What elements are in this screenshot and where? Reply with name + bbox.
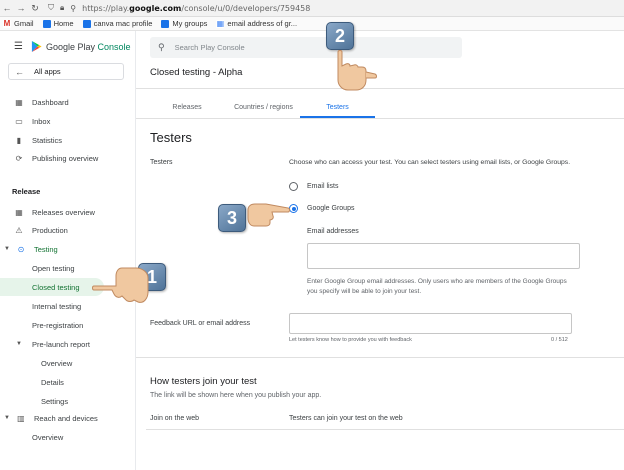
tab-countries-regions[interactable]: Countries / regions bbox=[226, 104, 301, 111]
testers-field-label: Testers bbox=[150, 159, 173, 166]
email-addresses-label: Email addresses bbox=[307, 228, 359, 235]
caret-down-icon: ▼ bbox=[4, 415, 10, 421]
sidebar-item-overview[interactable]: Overview bbox=[0, 354, 135, 372]
menu-icon[interactable]: ☰ bbox=[14, 41, 23, 52]
brand: ☰ Google Play Console bbox=[14, 41, 131, 52]
folder-icon bbox=[161, 19, 170, 28]
bookmark-gmail[interactable]: M Gmail bbox=[3, 19, 34, 28]
page-title: Closed testing - Alpha bbox=[150, 67, 243, 78]
search-input[interactable]: ⚲ Search Play Console bbox=[150, 37, 462, 58]
gmail-icon: M bbox=[3, 18, 11, 28]
back-arrow-icon[interactable]: ← bbox=[0, 3, 14, 13]
caret-down-icon: ▼ bbox=[4, 246, 10, 252]
sidebar-item-settings[interactable]: Settings bbox=[0, 392, 135, 410]
header-divider bbox=[136, 88, 624, 89]
sidebar-item-inbox[interactable]: ▭ Inbox bbox=[0, 112, 135, 130]
tab-testers[interactable]: Testers bbox=[300, 104, 375, 111]
testing-icon: ⊙ bbox=[17, 244, 25, 254]
feedback-field[interactable] bbox=[289, 313, 572, 334]
sidebar-item-pre-registration[interactable]: Pre-registration bbox=[0, 316, 135, 334]
permissions-icon[interactable]: ⚲ bbox=[70, 4, 76, 13]
pointing-hand-icon bbox=[337, 50, 377, 91]
sidebar-item-releases-overview[interactable]: ▦ Releases overview bbox=[0, 203, 135, 221]
statistics-icon: ▮ bbox=[16, 135, 22, 145]
sidebar: ☰ Google Play Console ← All apps ▦ Dashbo… bbox=[0, 31, 136, 470]
production-icon: ⚠ bbox=[15, 225, 23, 235]
sidebar-item-production[interactable]: ⚠ Production bbox=[0, 221, 135, 239]
radio-email-lists[interactable] bbox=[289, 182, 298, 191]
step-3-badge: 3 bbox=[218, 204, 246, 232]
bookmark-my-groups[interactable]: My groups bbox=[161, 19, 207, 28]
testers-heading: Testers bbox=[150, 130, 192, 145]
search-icon: ⚲ bbox=[158, 42, 165, 52]
forward-arrow-icon[interactable]: → bbox=[14, 3, 28, 13]
publishing-icon: ⟳ bbox=[15, 153, 23, 163]
feedback-label: Feedback URL or email address bbox=[150, 320, 251, 327]
radio-email-lists-label[interactable]: Email lists bbox=[307, 183, 339, 190]
email-addresses-help-1: Enter Google Group email addresses. Only… bbox=[307, 278, 567, 285]
reach-icon: ▥ bbox=[17, 413, 25, 423]
pointing-hand-icon bbox=[92, 267, 149, 303]
sidebar-item-closed-testing[interactable]: Closed testing bbox=[0, 278, 104, 296]
section-divider bbox=[136, 357, 624, 358]
caret-down-icon: ▼ bbox=[16, 341, 22, 347]
join-heading: How testers join your test bbox=[150, 376, 257, 387]
tabs-divider bbox=[136, 118, 624, 119]
bookmark-canva[interactable]: canva mac profile bbox=[82, 19, 152, 28]
dashboard-icon: ▦ bbox=[15, 97, 23, 107]
join-web-value: Testers can join your test on the web bbox=[289, 415, 403, 422]
join-divider bbox=[146, 429, 624, 430]
join-description: The link will be shown here when you pub… bbox=[150, 392, 322, 399]
sidebar-item-publishing-overview[interactable]: ⟳ Publishing overview bbox=[0, 149, 135, 167]
sidebar-item-pre-launch-report[interactable]: ▼ Pre-launch report bbox=[0, 335, 135, 353]
sidebar-item-testing[interactable]: ▼ ⊙ Testing bbox=[0, 240, 135, 258]
feedback-help: Let testers know how to provide you with… bbox=[289, 337, 412, 343]
browser-url-bar: ← → ↻ ⛉ 🔒︎ ⚲ https://play.google.com/con… bbox=[0, 0, 624, 17]
testers-description: Choose who can access your test. You can… bbox=[289, 159, 571, 166]
grid-icon: ▦ bbox=[216, 18, 225, 28]
folder-icon bbox=[82, 19, 91, 28]
google-play-logo-icon bbox=[31, 41, 42, 52]
inbox-icon: ▭ bbox=[15, 116, 23, 126]
email-addresses-help-2: you specify will be able to join your te… bbox=[307, 288, 422, 295]
back-arrow-icon: ← bbox=[15, 66, 24, 77]
brand-name: Google Play Console bbox=[45, 41, 131, 52]
radio-google-groups-label[interactable]: Google Groups bbox=[307, 205, 354, 212]
section-label-release: Release bbox=[12, 187, 41, 196]
step-2-badge: 2 bbox=[326, 22, 354, 50]
bookmark-home[interactable]: Home bbox=[42, 19, 74, 28]
reload-icon[interactable]: ↻ bbox=[28, 3, 42, 14]
sidebar-item-statistics[interactable]: ▮ Statistics bbox=[0, 131, 135, 149]
bookmark-email-groups[interactable]: ▦ email address of gr... bbox=[216, 19, 297, 28]
feedback-char-count: 0 / 512 bbox=[551, 337, 568, 343]
shield-icon: ⛉ bbox=[48, 3, 54, 12]
sidebar-item-reach-and-devices[interactable]: ▼ ▥ Reach and devices bbox=[0, 409, 135, 427]
email-addresses-field[interactable] bbox=[307, 243, 580, 269]
join-web-label: Join on the web bbox=[150, 415, 200, 422]
bookmarks-bar: M Gmail Home canva mac profile My groups … bbox=[0, 17, 624, 31]
radio-google-groups[interactable] bbox=[289, 204, 298, 213]
tab-releases[interactable]: Releases bbox=[166, 104, 208, 111]
sidebar-item-reach-overview[interactable]: Overview bbox=[0, 428, 135, 446]
sidebar-item-dashboard[interactable]: ▦ Dashboard bbox=[0, 93, 135, 111]
sidebar-item-details[interactable]: Details bbox=[0, 373, 135, 391]
lock-icon: 🔒︎ bbox=[60, 3, 65, 12]
folder-icon bbox=[42, 19, 51, 28]
releases-icon: ▦ bbox=[15, 207, 23, 217]
pointing-hand-icon bbox=[247, 203, 290, 227]
all-apps-button[interactable]: ← All apps bbox=[8, 63, 124, 80]
address-field[interactable]: https://play.google.com/console/u/0/deve… bbox=[82, 4, 310, 13]
